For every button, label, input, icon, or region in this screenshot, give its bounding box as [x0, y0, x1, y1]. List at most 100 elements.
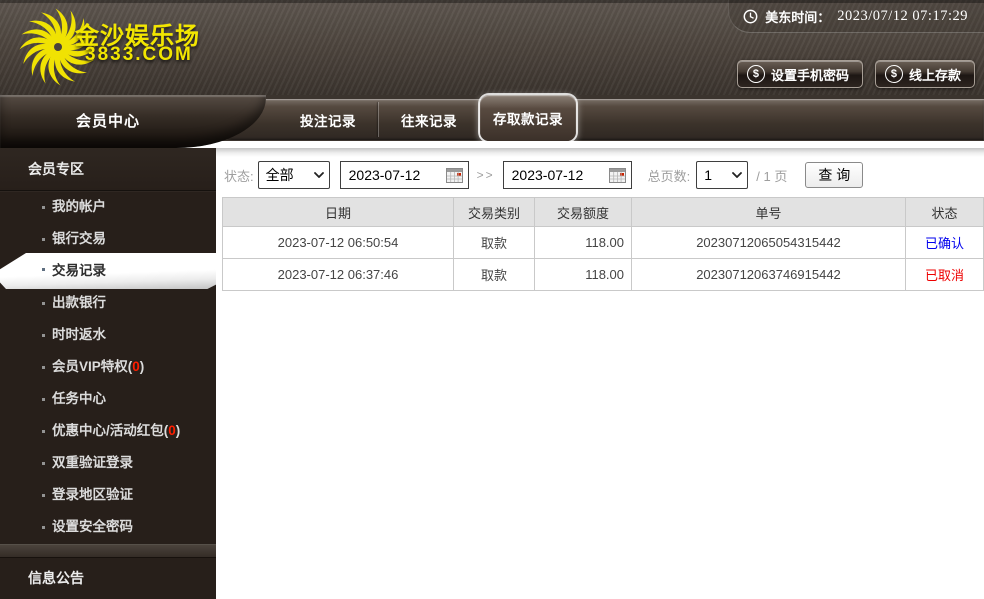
- bullet-dot-icon: [42, 430, 45, 433]
- sidebar-item-promotions-red-packets[interactable]: 优惠中心/活动红包(0): [0, 415, 216, 447]
- sidebar-item-transaction-records[interactable]: 交易记录: [0, 253, 216, 289]
- badge-paren: ): [139, 359, 145, 374]
- chevron-down-icon: [732, 172, 743, 178]
- tab-transfer-records[interactable]: 往来记录: [379, 99, 479, 140]
- header-date: 日期: [222, 197, 454, 227]
- sidebar-item-rebate[interactable]: 时时返水: [0, 319, 216, 351]
- time-value: 2023/07/12 07:17:29: [837, 7, 968, 24]
- sidebar-section-announcements[interactable]: 信息公告: [0, 558, 216, 598]
- badge-count: 0: [168, 423, 176, 438]
- date-to-value: 2023-07-12: [511, 167, 584, 183]
- nav-row: 投注记录 往来记录 存取款记录 会员中心: [0, 95, 984, 148]
- date-range-separator: >>: [476, 168, 495, 182]
- bullet-dot-icon: [42, 206, 45, 209]
- sidebar-item-label: 银行交易: [52, 231, 106, 246]
- status-select[interactable]: 全部: [257, 161, 330, 189]
- bullet-dot-icon: [42, 302, 45, 305]
- cell-order-no: 20230712063746915442: [631, 258, 906, 291]
- search-button[interactable]: 查 询: [805, 162, 864, 188]
- sidebar-item-label: 双重验证登录: [52, 455, 133, 470]
- member-center-title: 会员中心: [75, 112, 140, 130]
- record-tabs: 投注记录 往来记录 存取款记录: [212, 95, 984, 141]
- bullet-dot-icon: [42, 494, 45, 497]
- logo-domain: 3833.COM: [85, 44, 193, 65]
- calendar-icon[interactable]: [445, 167, 463, 183]
- records-table: 日期 交易类别 交易额度 单号 状态 2023-07-12 06:50:54 取…: [222, 197, 984, 291]
- sidebar-item-label: 会员VIP特权: [52, 359, 128, 374]
- total-pages-label: 总页数:: [647, 168, 691, 184]
- cell-amount: 118.00: [534, 258, 632, 291]
- sidebar-item-label: 时时返水: [52, 327, 106, 342]
- bullet-dot-icon: [42, 268, 45, 271]
- sidebar-item-label: 我的帐户: [52, 199, 106, 214]
- table-header-row: 日期 交易类别 交易额度 单号 状态: [222, 197, 984, 227]
- sidebar-item-withdrawal-bank[interactable]: 出款银行: [0, 287, 216, 319]
- cell-date: 2023-07-12 06:37:46: [222, 258, 454, 291]
- clock-icon: [743, 9, 758, 23]
- status-filter-label: 状态:: [224, 168, 254, 184]
- cell-type: 取款: [453, 258, 535, 291]
- sidebar-section-member-zone[interactable]: 会员专区: [0, 148, 216, 191]
- cell-status: 已确认: [905, 226, 984, 259]
- total-pages-suffix: / 1 页: [756, 168, 788, 184]
- cell-status: 已取消: [905, 258, 984, 291]
- header-amount: 交易额度: [534, 197, 632, 227]
- sidebar-item-label: 设置安全密码: [52, 519, 133, 534]
- online-deposit-label: 线上存款: [908, 67, 961, 83]
- record-tabs-bar: 投注记录 往来记录 存取款记录: [212, 95, 984, 141]
- main-content: 状态: 全部 2023-07-12 >> 2023-07-12 总页数: 1 /…: [216, 148, 984, 599]
- tab-label: 存取款记录: [493, 112, 563, 127]
- badge-paren: ): [175, 423, 181, 438]
- header-type: 交易类别: [453, 197, 535, 227]
- cell-order-no: 20230712065054315442: [631, 226, 906, 259]
- set-phone-password-label: 设置手机密码: [770, 67, 849, 83]
- sidebar-item-vip-privileges[interactable]: 会员VIP特权(0): [0, 351, 216, 383]
- header-status: 状态: [905, 197, 984, 227]
- status-select-value: 全部: [265, 167, 294, 183]
- table-row: 2023-07-12 06:50:54 取款 118.00 2023071206…: [222, 226, 984, 259]
- bullet-dot-icon: [42, 334, 45, 337]
- page-select[interactable]: 1: [696, 161, 749, 189]
- sidebar-item-label: 任务中心: [52, 391, 106, 406]
- sidebar: 会员专区 我的帐户 银行交易 交易记录 出款银行 时时返水 会员VIP特权(0)…: [0, 148, 216, 599]
- bullet-dot-icon: [42, 238, 45, 241]
- top-header: 金沙娱乐场 3833.COM 美东时间： 2023/07/12 07:17:29…: [0, 0, 984, 95]
- status-text: 已取消: [924, 268, 964, 283]
- filter-row: 状态: 全部 2023-07-12 >> 2023-07-12 总页数: 1 /…: [224, 161, 864, 189]
- online-deposit-button[interactable]: $ 线上存款: [874, 60, 975, 88]
- sidebar-item-label: 登录地区验证: [52, 487, 133, 502]
- tab-betting-records[interactable]: 投注记录: [278, 99, 378, 140]
- sidebar-item-label: 出款银行: [52, 295, 106, 310]
- sidebar-item-label: 交易记录: [52, 263, 106, 278]
- sidebar-divider: [0, 544, 216, 558]
- bullet-dot-icon: [42, 462, 45, 465]
- site-logo[interactable]: 金沙娱乐场 3833.COM: [14, 3, 229, 91]
- table-row: 2023-07-12 06:37:46 取款 118.00 2023071206…: [222, 258, 984, 291]
- dollar-circle-icon: $: [746, 65, 765, 83]
- calendar-icon[interactable]: [608, 167, 626, 183]
- date-to-input[interactable]: 2023-07-12: [502, 161, 632, 189]
- date-from-value: 2023-07-12: [348, 167, 421, 183]
- sidebar-item-two-factor-login[interactable]: 双重验证登录: [0, 447, 216, 479]
- sidebar-item-label: 优惠中心/活动红包: [52, 423, 164, 438]
- sidebar-item-security-password[interactable]: 设置安全密码: [0, 511, 216, 543]
- chevron-down-icon: [313, 172, 324, 178]
- nav-bottom-strip: [198, 141, 984, 148]
- sidebar-menu: 我的帐户 银行交易 交易记录 出款银行 时时返水 会员VIP特权(0) 任务中心…: [0, 191, 216, 543]
- server-time-panel: 美东时间： 2023/07/12 07:17:29: [728, 0, 984, 33]
- cell-date: 2023-07-12 06:50:54: [222, 226, 454, 259]
- bullet-dot-icon: [42, 398, 45, 401]
- set-phone-password-button[interactable]: $ 设置手机密码: [736, 60, 863, 88]
- sidebar-item-bank-transactions[interactable]: 银行交易: [0, 223, 216, 255]
- content-top-shadow: [216, 148, 984, 157]
- sidebar-item-my-account[interactable]: 我的帐户: [0, 191, 216, 223]
- tab-deposit-withdrawal-records[interactable]: 存取款记录: [480, 95, 576, 141]
- sidebar-item-task-center[interactable]: 任务中心: [0, 383, 216, 415]
- date-from-input[interactable]: 2023-07-12: [339, 161, 469, 189]
- bullet-dot-icon: [42, 526, 45, 529]
- page-select-value: 1: [704, 167, 713, 183]
- time-zone-label: 美东时间：: [765, 9, 831, 25]
- tab-label: 投注记录: [300, 113, 356, 129]
- sidebar-item-login-region-verification[interactable]: 登录地区验证: [0, 479, 216, 511]
- status-text: 已确认: [924, 236, 964, 251]
